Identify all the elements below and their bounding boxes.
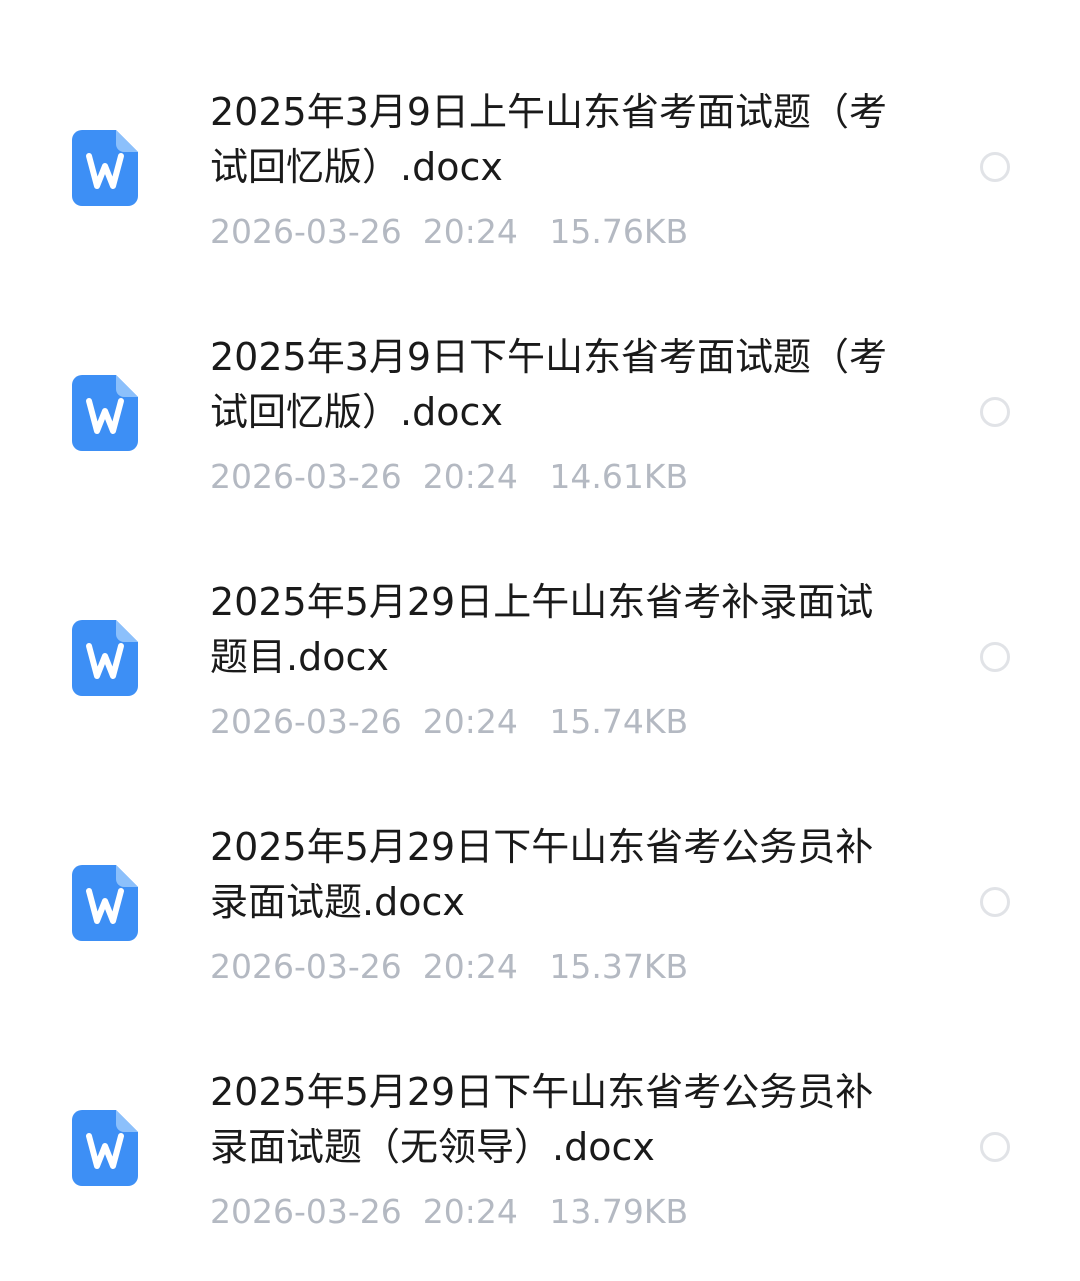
file-name[interactable]: 2025年5月29日下午山东省考公务员补录面试题.docx — [210, 820, 900, 930]
file-name[interactable]: 2025年3月9日上午山东省考面试题（考试回忆版）.docx — [210, 85, 900, 195]
word-doc-icon — [72, 375, 138, 451]
file-time: 20:24 — [422, 1192, 518, 1231]
select-radio[interactable] — [980, 397, 1010, 427]
select-radio[interactable] — [980, 887, 1010, 917]
file-size: 13.79KB — [549, 1192, 689, 1231]
file-row[interactable]: 2025年5月29日下午山东省考公务员补录面试题.docx 2026-03-26… — [0, 735, 1080, 986]
file-row[interactable]: 2025年3月9日上午山东省考面试题（考试回忆版）.docx 2026-03-2… — [0, 0, 1080, 251]
file-date: 2026-03-26 — [210, 1192, 402, 1231]
word-doc-icon — [72, 130, 138, 206]
select-radio[interactable] — [980, 152, 1010, 182]
word-doc-icon — [72, 1110, 138, 1186]
file-row[interactable]: 2025年5月29日下午山东省考公务员补录面试题（无领导）.docx 2026-… — [0, 980, 1080, 1231]
word-doc-icon — [72, 865, 138, 941]
word-doc-icon — [72, 620, 138, 696]
file-name[interactable]: 2025年5月29日上午山东省考补录面试题目.docx — [210, 575, 900, 685]
file-list: 2025年3月9日上午山东省考面试题（考试回忆版）.docx 2026-03-2… — [0, 0, 1080, 1281]
file-name[interactable]: 2025年3月9日下午山东省考面试题（考试回忆版）.docx — [210, 330, 900, 440]
file-row[interactable]: 2025年5月29日上午山东省考补录面试题目.docx 2026-03-26 2… — [0, 490, 1080, 741]
select-radio[interactable] — [980, 642, 1010, 672]
file-meta: 2026-03-26 20:24 13.79KB — [210, 1190, 688, 1234]
file-name[interactable]: 2025年5月29日下午山东省考公务员补录面试题（无领导）.docx — [210, 1065, 900, 1175]
select-radio[interactable] — [980, 1132, 1010, 1162]
file-row[interactable]: 2025年3月9日下午山东省考面试题（考试回忆版）.docx 2026-03-2… — [0, 245, 1080, 496]
